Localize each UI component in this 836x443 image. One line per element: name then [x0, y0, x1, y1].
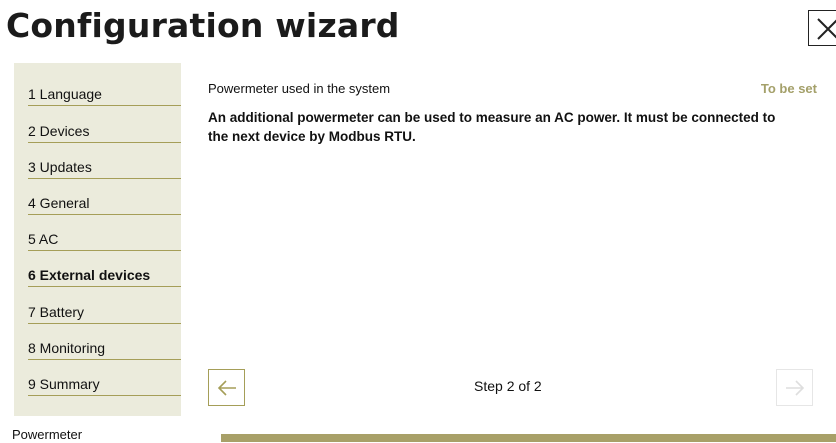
step-devices[interactable]: 2 Devices	[28, 119, 181, 143]
step-updates[interactable]: 3 Updates	[28, 155, 181, 179]
step-summary[interactable]: 9 Summary	[28, 372, 181, 396]
section-label: Powermeter used in the system	[208, 81, 391, 96]
progress-bar	[221, 434, 836, 442]
footer-label: Powermeter	[12, 427, 83, 442]
step-counter: Step 2 of 2	[474, 378, 542, 394]
previous-button[interactable]	[208, 369, 245, 406]
progress-fill	[221, 434, 836, 442]
close-button[interactable]	[808, 10, 836, 46]
arrow-left-icon	[217, 380, 236, 396]
step-ac[interactable]: 5 AC	[28, 227, 181, 251]
step-language[interactable]: 1 Language	[28, 82, 181, 106]
next-button[interactable]	[776, 369, 813, 406]
step-general[interactable]: 4 General	[28, 191, 181, 215]
step-external-devices[interactable]: 6 External devices	[28, 263, 181, 287]
description-text: An additional powermeter can be used to …	[208, 110, 776, 144]
step-monitoring[interactable]: 8 Monitoring	[28, 336, 181, 360]
close-icon	[817, 18, 836, 40]
step-battery[interactable]: 7 Battery	[28, 300, 181, 324]
status-badge: To be set	[760, 81, 817, 96]
page-title: Configuration wizard	[6, 6, 400, 45]
arrow-right-icon	[786, 380, 805, 396]
wizard-steps-sidebar: 1 Language 2 Devices 3 Updates 4 General…	[14, 63, 181, 416]
wizard-content: Powermeter used in the system To be set …	[181, 63, 836, 416]
